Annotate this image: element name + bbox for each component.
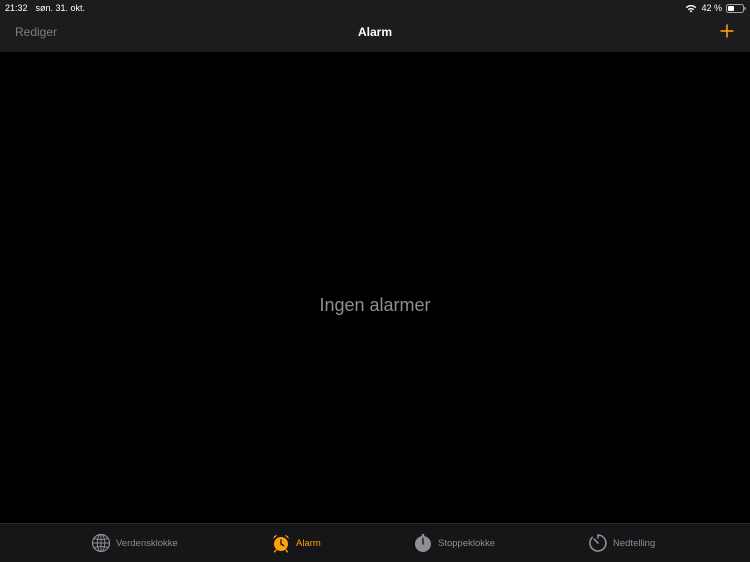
tab-label: Alarm	[296, 537, 321, 549]
status-time: 21:32	[5, 3, 28, 13]
navigation-bar: Rediger Alarm	[0, 16, 750, 52]
tab-world-clock[interactable]: Verdensklokke	[91, 533, 178, 553]
status-left: 21:32 søn. 31. okt.	[5, 1, 85, 15]
timer-icon	[589, 534, 607, 552]
status-bar: 21:32 søn. 31. okt. 42 %	[0, 0, 750, 16]
tab-stopwatch[interactable]: Stoppeklokke	[413, 533, 495, 553]
wifi-icon	[685, 4, 697, 13]
add-alarm-button[interactable]	[720, 24, 734, 38]
tab-alarm[interactable]: Alarm	[271, 533, 321, 553]
tab-label: Nedtelling	[613, 537, 656, 549]
alarm-clock-icon	[273, 535, 289, 553]
plus-icon	[720, 24, 734, 38]
tab-bar: Verdensklokke Alarm Stoppeklokke Nedtell…	[0, 523, 750, 562]
page-title: Alarm	[357, 25, 392, 39]
tab-label: Stoppeklokke	[438, 537, 496, 549]
tab-timer[interactable]: Nedtelling	[588, 533, 655, 553]
empty-state-message: Ingen alarmer	[319, 295, 431, 315]
status-date: søn. 31. okt.	[35, 3, 86, 13]
clock-app-screen: 21:32 søn. 31. okt. 42 % Rediger Alarm I…	[0, 0, 750, 562]
battery-icon	[726, 3, 746, 13]
tab-label: Verdensklokke	[116, 537, 178, 549]
stopwatch-icon	[415, 534, 431, 552]
globe-icon	[91, 533, 111, 553]
battery-percent: 42 %	[701, 3, 722, 13]
status-right: 42 %	[685, 1, 746, 15]
